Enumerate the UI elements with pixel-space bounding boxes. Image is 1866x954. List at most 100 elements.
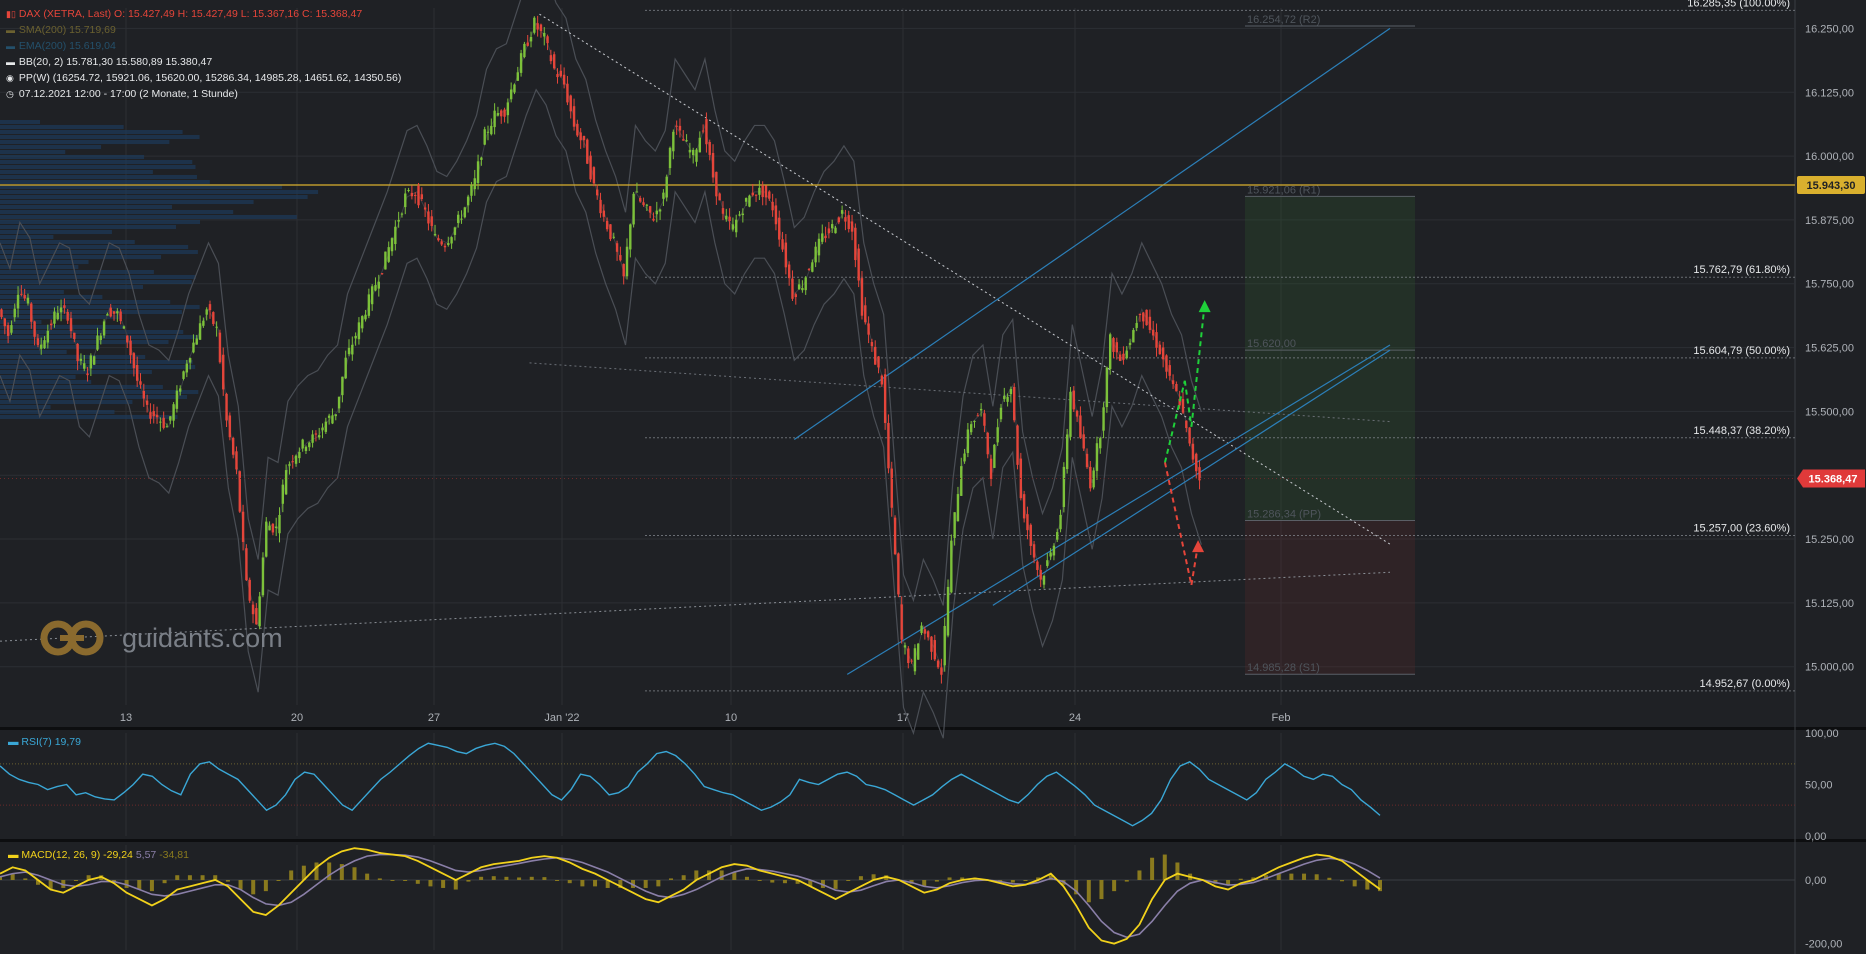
candle-body bbox=[66, 311, 69, 321]
macd-histogram-bar bbox=[428, 880, 433, 887]
candle-body bbox=[794, 294, 797, 298]
candle-body bbox=[804, 277, 807, 291]
macd-histogram-bar bbox=[479, 876, 484, 880]
rsi-line bbox=[0, 742, 1381, 827]
chart-workspace[interactable]: 16.250,00 16.125,00 16.000,00 15.875,00 15.7… bbox=[0, 0, 1866, 954]
volume-profile-bar bbox=[0, 220, 200, 224]
candle-body bbox=[1168, 365, 1171, 376]
candle-body bbox=[106, 314, 109, 316]
legend-instrument[interactable]: ▮▯ DAX (XETRA, Last) O: 15.427,49 H: 15.… bbox=[6, 6, 401, 22]
chart-canvas[interactable]: 16.250,00 16.125,00 16.000,00 15.875,00 15.7… bbox=[0, 0, 1866, 954]
candle-body bbox=[741, 213, 745, 216]
candle-body bbox=[963, 453, 966, 462]
candle-body bbox=[1181, 399, 1185, 413]
candle-body bbox=[351, 344, 354, 355]
macd-legend[interactable]: ▬ MACD(12, 26, 9) -29,24 5,57 -34,81 bbox=[8, 849, 189, 861]
macd-histogram-bar bbox=[681, 875, 686, 880]
macd-histogram-bar bbox=[149, 880, 154, 892]
candle-body bbox=[1095, 443, 1099, 471]
rsi-legend[interactable]: ▬ RSI(7) 19,79 bbox=[8, 736, 81, 748]
legend-ema[interactable]: ▬ EMA(200) 15.619,04 bbox=[6, 38, 401, 54]
candle-body bbox=[619, 255, 622, 261]
candle-body bbox=[615, 243, 619, 252]
legend-period[interactable]: ◷ 07.12.2021 12:00 - 17:00 (2 Monate, 1 … bbox=[6, 86, 401, 102]
volume-profile-bar bbox=[0, 235, 54, 239]
candle-body bbox=[913, 648, 917, 672]
macd-histogram-bar bbox=[289, 870, 294, 880]
candle-body bbox=[701, 130, 705, 132]
candle-body bbox=[1165, 355, 1168, 372]
macd-histogram-bar bbox=[1289, 873, 1294, 880]
candle-body bbox=[192, 342, 195, 353]
candle-body bbox=[1049, 552, 1052, 557]
candle-body bbox=[950, 540, 953, 593]
line-swatch-icon: ▬ bbox=[6, 41, 15, 51]
pivot-point-icon: ◉ bbox=[6, 73, 14, 83]
candle-body bbox=[460, 218, 463, 220]
macd-histogram-bar bbox=[1112, 880, 1117, 892]
candle-body bbox=[361, 316, 364, 329]
candle-body bbox=[370, 286, 374, 305]
candle-body bbox=[453, 227, 457, 235]
candle-body bbox=[490, 125, 493, 135]
bb-label: BB(20, 2) bbox=[18, 56, 64, 68]
candle-body bbox=[857, 248, 860, 281]
candle-body bbox=[1188, 427, 1191, 444]
candles bbox=[0, 15, 1201, 684]
bullish-arrow-icon bbox=[1198, 300, 1211, 313]
volume-profile-bar bbox=[0, 260, 89, 264]
line-swatch-icon: ▬ bbox=[8, 849, 19, 861]
bullish-scenario-line bbox=[1163, 380, 1186, 463]
candle-body bbox=[278, 515, 281, 534]
candle-body bbox=[926, 631, 930, 638]
candle-body bbox=[450, 237, 453, 244]
candle-body bbox=[473, 178, 476, 190]
fibonacci-label: 15.257,00 (23.60%) bbox=[1693, 522, 1790, 534]
candle-body bbox=[754, 194, 758, 196]
macd-histogram-bar bbox=[643, 880, 648, 888]
candle-body bbox=[248, 579, 251, 601]
candle-body bbox=[334, 414, 337, 417]
candle-body bbox=[1039, 569, 1042, 580]
candle-body bbox=[175, 390, 179, 409]
candle-body bbox=[672, 131, 675, 152]
candle-body bbox=[748, 195, 751, 207]
legend-pivot[interactable]: ◉ PP(W) (16254.72, 15921.06, 15620.00, 1… bbox=[6, 70, 401, 86]
candle-body bbox=[824, 235, 827, 239]
volume-profile-bar bbox=[0, 395, 188, 399]
candle-body bbox=[1069, 391, 1072, 437]
volume-profile-bar bbox=[0, 365, 196, 369]
candle-body bbox=[1016, 425, 1019, 465]
macd-histogram-bar bbox=[1150, 857, 1155, 880]
candle-body bbox=[1115, 342, 1119, 353]
candle-body bbox=[1026, 514, 1029, 531]
candle-body bbox=[953, 512, 956, 538]
candle-body bbox=[887, 422, 890, 469]
legend-bb[interactable]: ▬ BB(20, 2) 15.781,30 15.580,89 15.380,4… bbox=[6, 54, 401, 70]
legend-sma[interactable]: ▬ SMA(200) 15.719,69 bbox=[6, 22, 401, 38]
candle-body bbox=[764, 185, 768, 198]
macd-histogram-bar bbox=[453, 880, 458, 890]
candle-body bbox=[973, 420, 976, 422]
macd-histogram-bar bbox=[1378, 880, 1382, 892]
candle-body bbox=[682, 139, 685, 141]
watermark: guidants.com bbox=[38, 618, 283, 658]
candle-body bbox=[1125, 350, 1128, 359]
candle-body bbox=[423, 207, 427, 210]
macd-last: -29,24 bbox=[103, 849, 133, 861]
rsi-tick-label: 50,00 bbox=[1805, 780, 1833, 792]
volume-profile-bar bbox=[0, 195, 308, 199]
candle-body bbox=[946, 586, 950, 636]
guidants-logo-icon bbox=[40, 620, 104, 656]
candle-body bbox=[586, 139, 589, 164]
candle-body bbox=[691, 149, 695, 156]
candle-body bbox=[582, 135, 586, 141]
candle-body bbox=[241, 511, 245, 542]
candle-body bbox=[1102, 407, 1105, 431]
candle-body bbox=[758, 187, 761, 195]
candle-body bbox=[529, 36, 533, 42]
candle-body bbox=[374, 285, 377, 291]
candle-body bbox=[1059, 514, 1062, 530]
macd-histogram-bar bbox=[504, 876, 509, 880]
candle-body bbox=[1072, 390, 1075, 410]
